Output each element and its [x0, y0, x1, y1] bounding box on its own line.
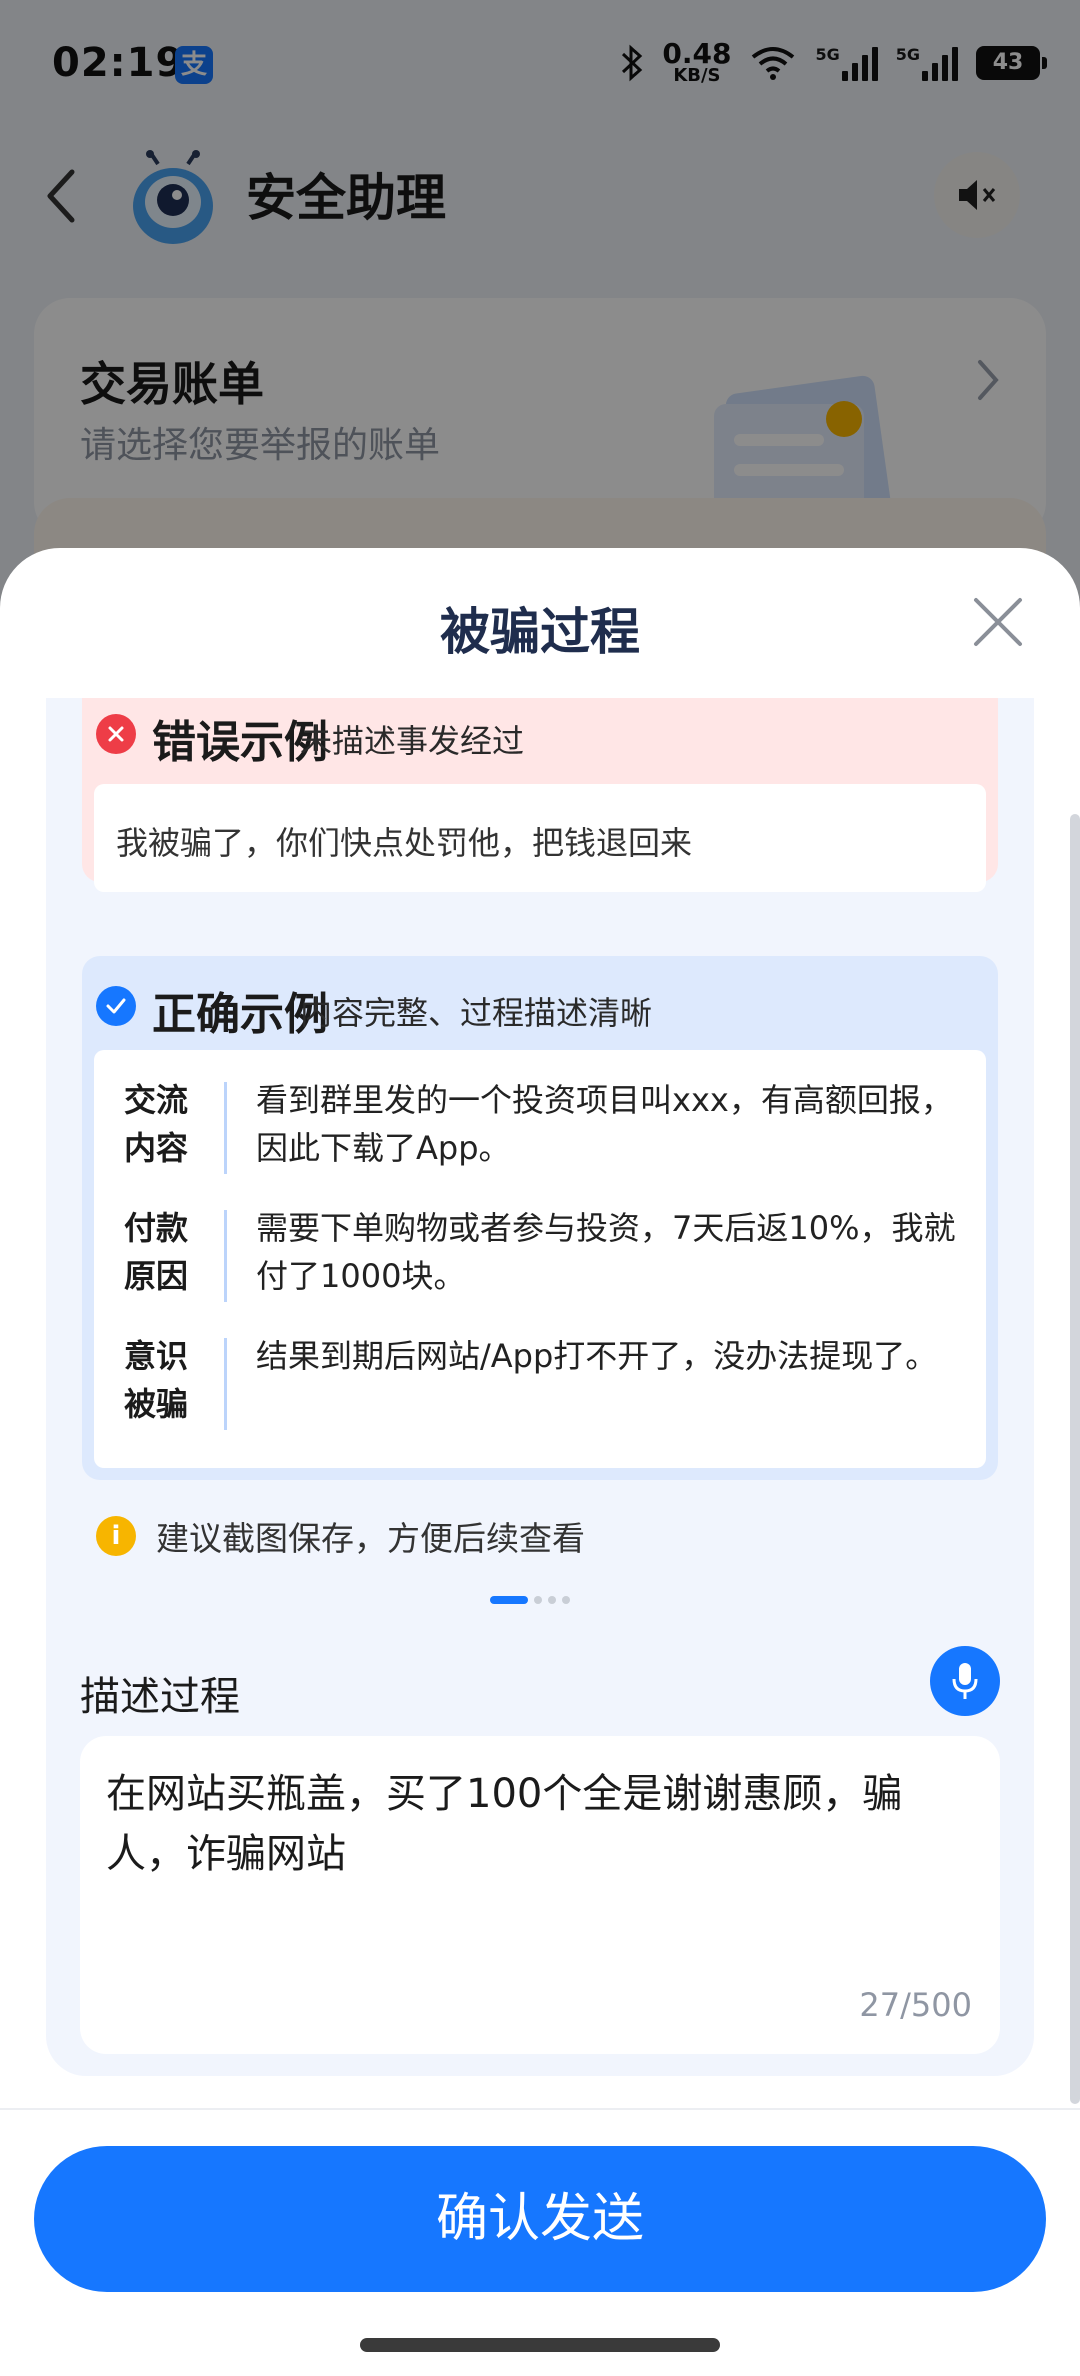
example-row-text: 需要下单购物或者参与投资，7天后返10%，我就付了1000块。: [256, 1209, 956, 1295]
example-row-text: 看到群里发的一个投资项目叫xxx，有高额回报，因此下载了App。: [256, 1081, 953, 1167]
confirm-send-button[interactable]: 确认发送: [34, 2146, 1046, 2292]
example-row-text: 结果到期后网站/App打不开了，没办法提现了。: [256, 1337, 938, 1375]
describe-label: 描述过程: [80, 1674, 240, 1720]
row-divider: [224, 1082, 227, 1174]
home-indicator[interactable]: [360, 2338, 720, 2352]
example-row-label: 交流内容: [124, 1081, 189, 1167]
example-row-label: 付款原因: [124, 1209, 189, 1295]
tip-text: 建议截图保存，方便后续查看: [156, 1519, 585, 1558]
microphone-icon: [952, 1663, 978, 1699]
carousel-dot[interactable]: [548, 1596, 556, 1604]
carousel-dot[interactable]: [534, 1596, 542, 1604]
character-counter: 27/500: [859, 1986, 972, 2024]
description-value[interactable]: 在网站买瓶盖，买了100个全是谢谢惠顾，骗人，诈骗网站: [106, 1764, 976, 1884]
check-icon: [96, 986, 136, 1026]
right-example-card: 正确示例 内容完整、过程描述清晰 交流内容 看到群里发的一个投资项目叫xxx，有…: [82, 956, 998, 1480]
close-icon[interactable]: [970, 594, 1026, 650]
footer-divider: [0, 2108, 1080, 2110]
voice-input-button[interactable]: [930, 1646, 1000, 1716]
description-textarea[interactable]: 在网站买瓶盖，买了100个全是谢谢惠顾，骗人，诈骗网站 27/500: [80, 1736, 1000, 2054]
row-divider: [224, 1210, 227, 1302]
row-divider: [224, 1338, 227, 1430]
example-row-label: 意识被骗: [124, 1337, 189, 1423]
right-example-desc: 内容完整、过程描述清晰: [300, 994, 653, 1032]
describe-process-panel: 描述过程 在网站买瓶盖，买了100个全是谢谢惠顾，骗人，诈骗网站 27/500: [46, 1614, 1034, 2076]
wrong-example-content: 我被骗了，你们快点处罚他，把钱退回来: [94, 784, 986, 892]
sheet-scrollbar[interactable]: [1070, 814, 1080, 2104]
sheet-title: 被骗过程: [440, 603, 640, 661]
screenshot-tip: i 建议截图保存，方便后续查看: [96, 1514, 585, 1558]
example-carousel[interactable]: 错误示例 未描述事发经过 我被骗了，你们快点处罚他，把钱退回来 正确示例 内容完…: [46, 698, 1034, 1692]
fraud-process-sheet: 被骗过程 错误示例 未描述事发经过 我被骗了，你们快点处罚他，把钱退回来 正确示…: [0, 548, 1080, 2376]
wrong-example-card: 错误示例 未描述事发经过 我被骗了，你们快点处罚他，把钱退回来: [82, 698, 998, 892]
wrong-example-text: 我被骗了，你们快点处罚他，把钱退回来: [116, 824, 693, 862]
wrong-example-desc: 未描述事发经过: [300, 722, 525, 760]
info-icon: i: [96, 1516, 136, 1556]
carousel-dot[interactable]: [562, 1596, 570, 1604]
error-x-icon: [96, 714, 136, 754]
carousel-dot-active[interactable]: [490, 1596, 528, 1604]
right-example-content: 交流内容 看到群里发的一个投资项目叫xxx，有高额回报，因此下载了App。 付款…: [94, 1050, 986, 1468]
carousel-pagination: [490, 1596, 570, 1604]
